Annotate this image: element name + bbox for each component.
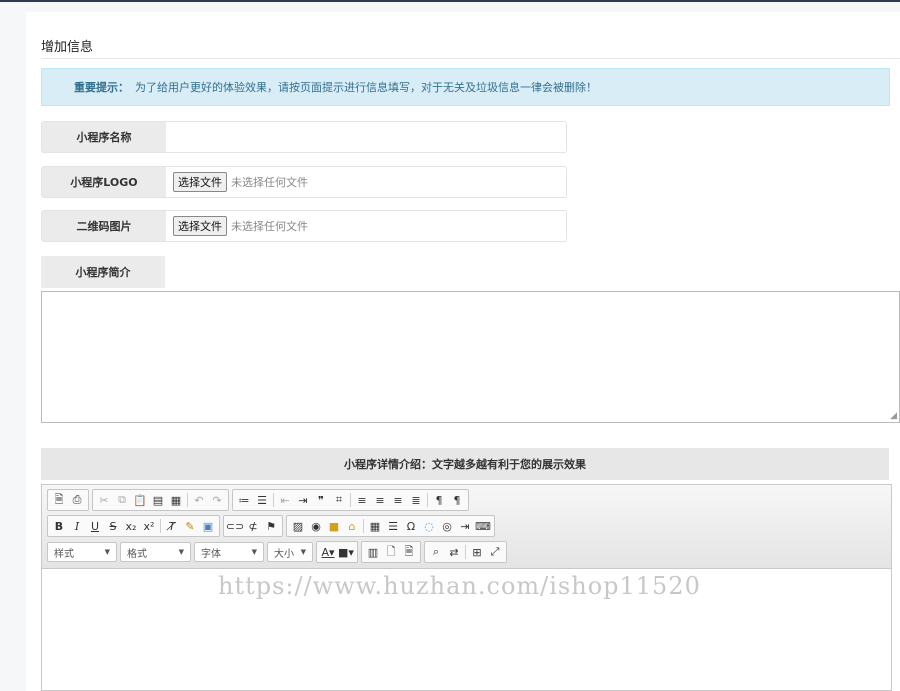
chevron-down-icon: ▼ — [178, 548, 184, 556]
main-panel: 增加信息 重要提示： 为了给用户更好的体验效果，请按页面提示进行信息填写，对于无… — [26, 12, 900, 691]
toolbar-row-3: 样式 ▼ 格式 ▼ 字体 ▼ 大小 ▼ A▾ ■▾ ▥ 🗋 🗎 ⌕ ⇄ ⊞ ⤢ — [47, 541, 507, 563]
page-title: 增加信息 — [41, 40, 94, 55]
showblocks-icon[interactable]: ⇥ — [456, 517, 474, 535]
unlink-icon[interactable]: ⊄ — [244, 517, 262, 535]
undo-icon[interactable]: ↶ — [190, 491, 208, 509]
font-select-label: 字体 — [201, 548, 221, 560]
templates-icon[interactable]: ▣ — [199, 517, 217, 535]
new-page-icon[interactable]: 🗋 — [382, 543, 400, 561]
creatediv-icon[interactable]: ⌗ — [330, 491, 348, 509]
blockquote-icon[interactable]: ❞ — [312, 491, 330, 509]
name-label: 小程序名称 — [42, 122, 166, 152]
image-icon[interactable]: ▨ — [289, 517, 307, 535]
align-justify-icon[interactable]: ≣ — [407, 491, 425, 509]
flash-icon[interactable]: ◉ — [307, 517, 325, 535]
print-icon[interactable]: ⎙ — [68, 491, 86, 509]
iframe-icon[interactable]: ■ — [325, 517, 343, 535]
logo-row: 小程序LOGO 选择文件 未选择任何文件 — [41, 166, 567, 198]
notice-alert: 重要提示： 为了给用户更好的体验效果，请按页面提示进行信息填写，对于无关及垃圾信… — [41, 68, 890, 106]
size-select-label: 大小 — [274, 548, 294, 560]
font-select[interactable]: 字体 ▼ — [194, 542, 264, 562]
anchor-icon[interactable]: ⚑ — [262, 517, 280, 535]
top-bar — [0, 0, 900, 2]
fullscreen-icon[interactable]: ⤢ — [486, 543, 504, 561]
detail-header: 小程序详情介绍：文字越多越有利于您的展示效果 — [41, 448, 889, 480]
source-icon[interactable]: 🗎 — [50, 491, 68, 509]
find-icon[interactable]: ⌕ — [427, 543, 445, 561]
qrcode-file-status: 未选择任何文件 — [231, 220, 308, 233]
select-all-icon[interactable]: ⊞ — [468, 543, 486, 561]
format-select[interactable]: 格式 ▼ — [120, 542, 191, 562]
resize-grip-icon[interactable]: ◢ — [890, 412, 897, 421]
logo-file-button[interactable]: 选择文件 — [173, 172, 227, 192]
size-select[interactable]: 大小 ▼ — [267, 542, 313, 562]
strike-icon[interactable]: S — [104, 517, 122, 535]
remove-format-icon[interactable]: T̸ — [163, 517, 181, 535]
indent-icon[interactable]: ⇥ — [294, 491, 312, 509]
align-left-icon[interactable]: ≡ — [353, 491, 371, 509]
italic-icon[interactable]: I — [68, 517, 86, 535]
style-select-label: 样式 — [54, 548, 74, 560]
code-icon[interactable]: ⌨ — [474, 517, 492, 535]
link-icon[interactable]: ⊂⊃ — [226, 517, 244, 535]
logo-label: 小程序LOGO — [42, 167, 166, 197]
name-input[interactable] — [166, 122, 566, 152]
paste-text-icon[interactable]: ▤ — [149, 491, 167, 509]
copy-icon[interactable]: ⧉ — [113, 491, 131, 509]
replace-icon[interactable]: ⇄ — [445, 543, 463, 561]
outdent-icon[interactable]: ⇤ — [276, 491, 294, 509]
qrcode-label: 二维码图片 — [42, 211, 166, 241]
table-icon[interactable]: ▦ — [366, 517, 384, 535]
alert-text: 为了给用户更好的体验效果，请按页面提示进行信息填写，对于无关及垃圾信息一律会被删… — [135, 81, 597, 94]
paste-word-icon[interactable]: ▦ — [167, 491, 185, 509]
logo-file-status: 未选择任何文件 — [231, 176, 308, 189]
name-row: 小程序名称 — [41, 121, 567, 153]
cut-icon[interactable]: ✂ — [95, 491, 113, 509]
editor-toolbar: 🗎 ⎙ ✂ ⧉ 📋 ▤ ▦ ↶ ↷ ≔ ☰ ⇤ ⇥ ❞ ⌗ ≡ ≡ ≡ ≣ ¶ … — [42, 485, 891, 569]
copy-format-icon[interactable]: ✎ — [181, 517, 199, 535]
bg-color-icon[interactable]: ■▾ — [337, 543, 355, 561]
ltr-icon[interactable]: ¶ — [430, 491, 448, 509]
alert-label: 重要提示： — [74, 81, 129, 94]
subscript-icon[interactable]: x₂ — [122, 517, 140, 535]
underline-icon[interactable]: U — [86, 517, 104, 535]
redo-icon[interactable]: ↷ — [208, 491, 226, 509]
qrcode-row: 二维码图片 选择文件 未选择任何文件 — [41, 210, 567, 242]
title-divider — [41, 58, 900, 59]
bold-icon[interactable]: B — [50, 517, 68, 535]
maximize-doc-icon[interactable]: ▥ — [364, 543, 382, 561]
rich-text-editor: 🗎 ⎙ ✂ ⧉ 📋 ▤ ▦ ↶ ↷ ≔ ☰ ⇤ ⇥ ❞ ⌗ ≡ ≡ ≡ ≣ ¶ … — [41, 484, 892, 691]
style-select[interactable]: 样式 ▼ — [47, 542, 117, 562]
watermark-text: https://www.huzhan.com/ishop11520 — [218, 572, 701, 600]
preview-icon[interactable]: 🗎 — [400, 543, 418, 561]
text-color-icon[interactable]: A▾ — [319, 543, 337, 561]
numbered-list-icon[interactable]: ≔ — [235, 491, 253, 509]
bulleted-list-icon[interactable]: ☰ — [253, 491, 271, 509]
align-right-icon[interactable]: ≡ — [389, 491, 407, 509]
pagebreak-icon[interactable]: ◎ — [438, 517, 456, 535]
toolbar-row-1: 🗎 ⎙ ✂ ⧉ 📋 ▤ ▦ ↶ ↷ ≔ ☰ ⇤ ⇥ ❞ ⌗ ≡ ≡ ≡ ≣ ¶ … — [47, 489, 469, 511]
qrcode-file-button[interactable]: 选择文件 — [173, 216, 227, 236]
chevron-down-icon: ▼ — [104, 548, 110, 556]
smiley-icon[interactable]: ◌ — [420, 517, 438, 535]
format-select-label: 格式 — [127, 548, 147, 560]
hr-icon[interactable]: ☰ — [384, 517, 402, 535]
superscript-icon[interactable]: x² — [140, 517, 158, 535]
intro-textarea[interactable]: ◢ — [41, 291, 900, 423]
paste-icon[interactable]: 📋 — [131, 491, 149, 509]
intro-label: 小程序简介 — [41, 256, 165, 288]
align-center-icon[interactable]: ≡ — [371, 491, 389, 509]
toolbar-row-2: B I U S x₂ x² T̸ ✎ ▣ ⊂⊃ ⊄ ⚑ ▨ ◉ ■ ⌂ ▦ ☰ … — [47, 515, 495, 537]
chevron-down-icon: ▼ — [251, 548, 257, 556]
upload-icon[interactable]: ⌂ — [343, 517, 361, 535]
rtl-icon[interactable]: ¶ — [448, 491, 466, 509]
chevron-down-icon: ▼ — [300, 548, 306, 556]
special-char-icon[interactable]: Ω — [402, 517, 420, 535]
